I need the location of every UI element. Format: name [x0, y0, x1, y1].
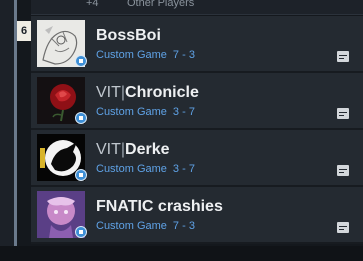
party-size-marker: 6 — [17, 21, 31, 41]
other-players-row[interactable]: +4 Other Players — [31, 0, 363, 15]
other-players-count: +4 — [86, 0, 99, 9]
game-status-icon — [75, 112, 87, 124]
player-name: BossBoi — [96, 27, 161, 44]
player-status: Custom Game 3 - 7 — [96, 106, 195, 118]
bottom-bar — [0, 246, 363, 261]
player-row[interactable]: VIT|Chronicle Custom Game 3 - 7 — [31, 73, 363, 130]
note-icon[interactable] — [337, 222, 349, 233]
player-name: VIT|Chronicle — [96, 84, 199, 101]
note-icon[interactable] — [337, 165, 349, 176]
game-status-icon — [75, 226, 87, 238]
player-status: Custom Game 7 - 3 — [96, 220, 195, 232]
game-status-icon — [75, 169, 87, 181]
other-players-label: Other Players — [127, 0, 195, 9]
player-status: Custom Game 7 - 3 — [96, 49, 195, 61]
game-status-icon — [75, 55, 87, 67]
note-icon[interactable] — [337, 108, 349, 119]
player-row[interactable]: VIT|Derke Custom Game 3 - 7 — [31, 130, 363, 187]
player-status: Custom Game 3 - 7 — [96, 163, 195, 175]
player-row[interactable]: FNATIC crashies Custom Game 7 - 3 — [31, 187, 363, 244]
player-name: FNATIC crashies — [96, 198, 223, 215]
player-row[interactable]: BossBoi Custom Game 7 - 3 — [31, 16, 363, 73]
note-icon[interactable] — [337, 51, 349, 62]
player-name: VIT|Derke — [96, 141, 170, 158]
